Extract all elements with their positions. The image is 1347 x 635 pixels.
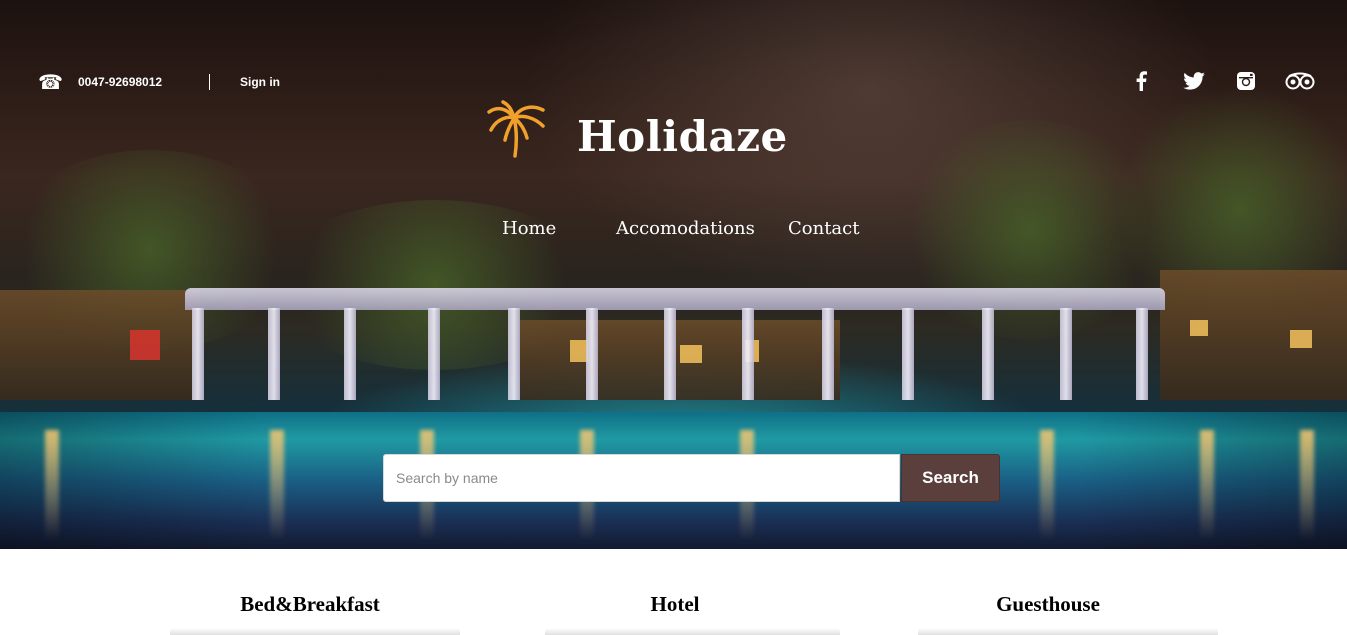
light-reflection xyxy=(45,430,59,540)
window-light xyxy=(1290,330,1312,348)
category-card[interactable] xyxy=(170,628,460,635)
colonnade-column xyxy=(1060,308,1072,400)
light-reflection xyxy=(1200,430,1214,540)
brand-name[interactable]: Holidaze xyxy=(577,112,788,161)
colonnade-roof xyxy=(185,288,1165,310)
nav-accomodations[interactable]: Accomodations xyxy=(616,218,755,239)
colonnade-column xyxy=(982,308,994,400)
colonnade-column xyxy=(586,308,598,400)
category-card[interactable] xyxy=(918,628,1218,635)
window-light xyxy=(1190,320,1208,336)
window-light xyxy=(680,345,702,363)
light-reflection xyxy=(1300,430,1314,540)
twitter-icon[interactable] xyxy=(1180,70,1208,92)
window-light xyxy=(130,330,160,360)
nav-contact[interactable]: Contact xyxy=(788,218,859,239)
sign-in-link[interactable]: Sign in xyxy=(240,75,280,89)
category-heading-guesthouse[interactable]: Guesthouse xyxy=(888,592,1208,617)
colonnade-column xyxy=(664,308,676,400)
colonnade-column xyxy=(1136,308,1148,400)
phone-number: 0047-92698012 xyxy=(78,75,163,89)
light-reflection xyxy=(1040,430,1054,540)
colonnade-column xyxy=(902,308,914,400)
category-card[interactable] xyxy=(545,628,840,635)
category-heading-bed-breakfast[interactable]: Bed&Breakfast xyxy=(150,592,470,617)
phone-icon: ☎ xyxy=(38,70,63,94)
category-heading-hotel[interactable]: Hotel xyxy=(515,592,835,617)
colonnade-column xyxy=(268,308,280,400)
palm-tree-icon xyxy=(487,100,547,158)
search-input[interactable] xyxy=(383,454,900,502)
instagram-icon[interactable] xyxy=(1232,70,1260,92)
colonnade-column xyxy=(192,308,204,400)
colonnade-column xyxy=(428,308,440,400)
colonnade-column xyxy=(742,308,754,400)
resort-building xyxy=(0,290,200,400)
light-reflection xyxy=(270,430,284,540)
colonnade-column xyxy=(822,308,834,400)
nav-home[interactable]: Home xyxy=(502,218,556,239)
tripadvisor-icon[interactable] xyxy=(1284,70,1316,92)
search-button[interactable]: Search xyxy=(901,454,1000,502)
resort-building xyxy=(1160,270,1347,400)
colonnade-column xyxy=(508,308,520,400)
header-divider xyxy=(209,74,210,90)
colonnade-column xyxy=(344,308,356,400)
facebook-icon[interactable] xyxy=(1127,70,1155,92)
